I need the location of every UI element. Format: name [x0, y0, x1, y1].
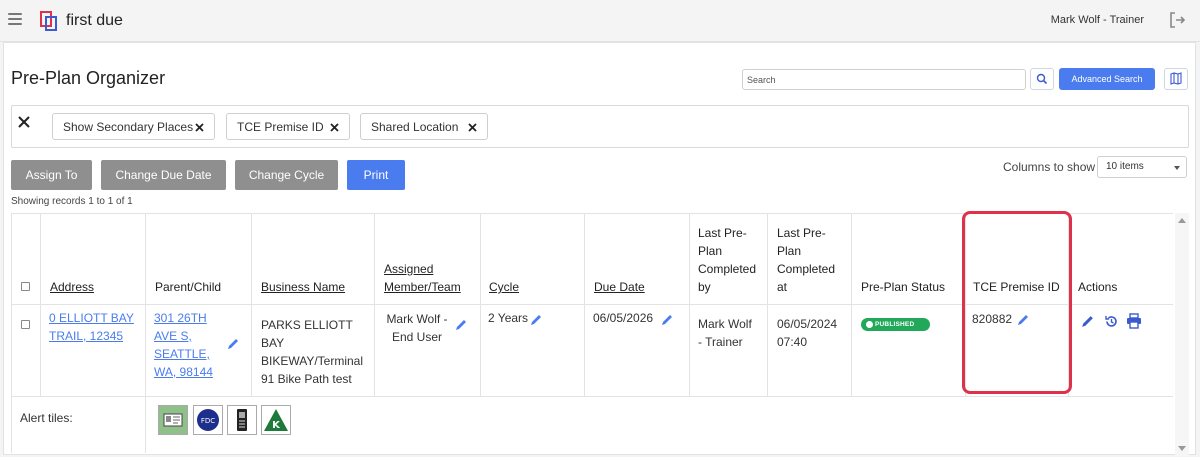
change-due-date-button[interactable]: Change Due Date — [101, 160, 226, 190]
top-bar: first due Mark Wolf - Trainer — [0, 0, 1200, 42]
filter-chip-secondary-places[interactable]: Show Secondary Places — [52, 113, 215, 140]
chevron-down-icon — [1174, 166, 1180, 170]
header-address[interactable]: Address — [50, 278, 94, 296]
svg-text:FDC: FDC — [201, 417, 215, 425]
cycle-value: 2 Years — [488, 311, 529, 325]
edit-cycle-pencil-icon[interactable] — [529, 313, 543, 327]
alert-divider — [145, 396, 146, 453]
map-view-button[interactable] — [1164, 68, 1188, 90]
columns-to-show-label: Columns to show — [1003, 160, 1096, 174]
table-scrollbar[interactable] — [1175, 213, 1189, 456]
row-checkbox[interactable] — [21, 320, 30, 329]
last-completed-at: 06/05/2024 07:40 — [777, 317, 838, 349]
header-cycle[interactable]: Cycle — [489, 278, 519, 296]
filter-chip-label: Show Secondary Places — [63, 119, 194, 134]
filter-chip-label: Shared Location — [371, 119, 459, 134]
brand-name: first due — [66, 12, 123, 29]
assign-to-button[interactable]: Assign To — [11, 160, 92, 190]
due-date-value: 06/05/2026 — [593, 311, 654, 325]
history-icon[interactable] — [1104, 314, 1119, 329]
search-icon — [1036, 73, 1048, 85]
tce-column-highlight — [962, 211, 1072, 394]
header-preplan-status: Pre-Plan Status — [861, 280, 946, 294]
remove-filter-icon[interactable] — [468, 123, 477, 132]
search-input[interactable] — [742, 69, 1026, 90]
first-due-logo-icon — [40, 11, 57, 31]
user-name[interactable]: Mark Wolf - Trainer — [1051, 14, 1144, 26]
filter-chip-tce-premise-id[interactable]: TCE Premise ID — [226, 113, 350, 140]
svg-text:K: K — [272, 420, 281, 431]
alert-tiles-label: Alert tiles: — [20, 411, 73, 425]
status-badge: PUBLISHED — [861, 318, 930, 331]
fdc-icon[interactable]: FDC — [193, 405, 223, 435]
header-assigned-member-team[interactable]: Assigned Member/Team — [384, 260, 461, 296]
scroll-down-icon[interactable] — [1178, 446, 1186, 451]
columns-to-show-select[interactable]: 10 items — [1097, 156, 1187, 178]
map-icon — [1170, 72, 1182, 85]
last-completed-by: Mark Wolf - Trainer — [698, 317, 752, 349]
row-divider — [11, 396, 1173, 397]
select-all-checkbox[interactable] — [21, 282, 30, 291]
phone-glyph — [237, 409, 247, 431]
menu-icon[interactable] — [8, 13, 22, 25]
header-parent-child: Parent/Child — [155, 280, 222, 294]
parent-child-link[interactable]: 301 26TH AVE S, SEATTLE, WA, 98144 — [154, 309, 213, 381]
fdc-glyph: FDC — [197, 409, 219, 431]
print-button[interactable]: Print — [347, 160, 405, 190]
change-cycle-button[interactable]: Change Cycle — [235, 160, 338, 190]
records-count: Showing records 1 to 1 of 1 — [11, 196, 133, 207]
scroll-up-icon[interactable] — [1178, 218, 1186, 223]
header-last-completed-at: Last Pre- Plan Completed at — [777, 226, 836, 294]
assigned-member: Mark Wolf - End User — [386, 312, 448, 344]
edit-row-pencil-icon[interactable] — [1080, 314, 1095, 329]
knox-glyph: K — [264, 409, 288, 431]
logout-icon[interactable] — [1168, 11, 1186, 29]
status-badge-label: PUBLISHED — [875, 321, 915, 328]
id-card-glyph — [163, 413, 183, 427]
search-button[interactable] — [1030, 68, 1054, 90]
edit-assigned-pencil-icon[interactable] — [454, 318, 468, 332]
phone-icon[interactable] — [227, 405, 257, 435]
page-title: Pre-Plan Organizer — [11, 68, 166, 88]
remove-filter-icon[interactable] — [330, 123, 339, 132]
id-card-icon[interactable] — [158, 405, 188, 435]
header-actions: Actions — [1078, 280, 1118, 294]
header-last-completed-by: Last Pre- Plan Completed by — [698, 226, 757, 294]
edit-parent-pencil-icon[interactable] — [226, 337, 240, 351]
header-business-name[interactable]: Business Name — [261, 278, 345, 296]
filter-chip-label: TCE Premise ID — [237, 119, 324, 134]
header-due-date[interactable]: Due Date — [594, 278, 645, 296]
edit-due-date-pencil-icon[interactable] — [660, 313, 674, 327]
clear-filters-icon[interactable] — [18, 116, 30, 128]
check-icon — [866, 321, 873, 328]
print-icon[interactable] — [1126, 313, 1142, 329]
filter-chip-shared-location[interactable]: Shared Location — [360, 113, 488, 140]
business-name: PARKS ELLIOTT BAY BIKEWAY/Terminal 91 Bike … — [261, 318, 364, 386]
advanced-search-button[interactable]: Advanced Search — [1059, 68, 1155, 90]
remove-filter-icon[interactable] — [195, 123, 204, 132]
address-link[interactable]: 0 ELLIOTT BAY TRAIL, 12345 — [49, 309, 134, 345]
columns-to-show-value: 10 items — [1106, 161, 1144, 172]
knox-box-icon[interactable]: K — [261, 405, 291, 435]
